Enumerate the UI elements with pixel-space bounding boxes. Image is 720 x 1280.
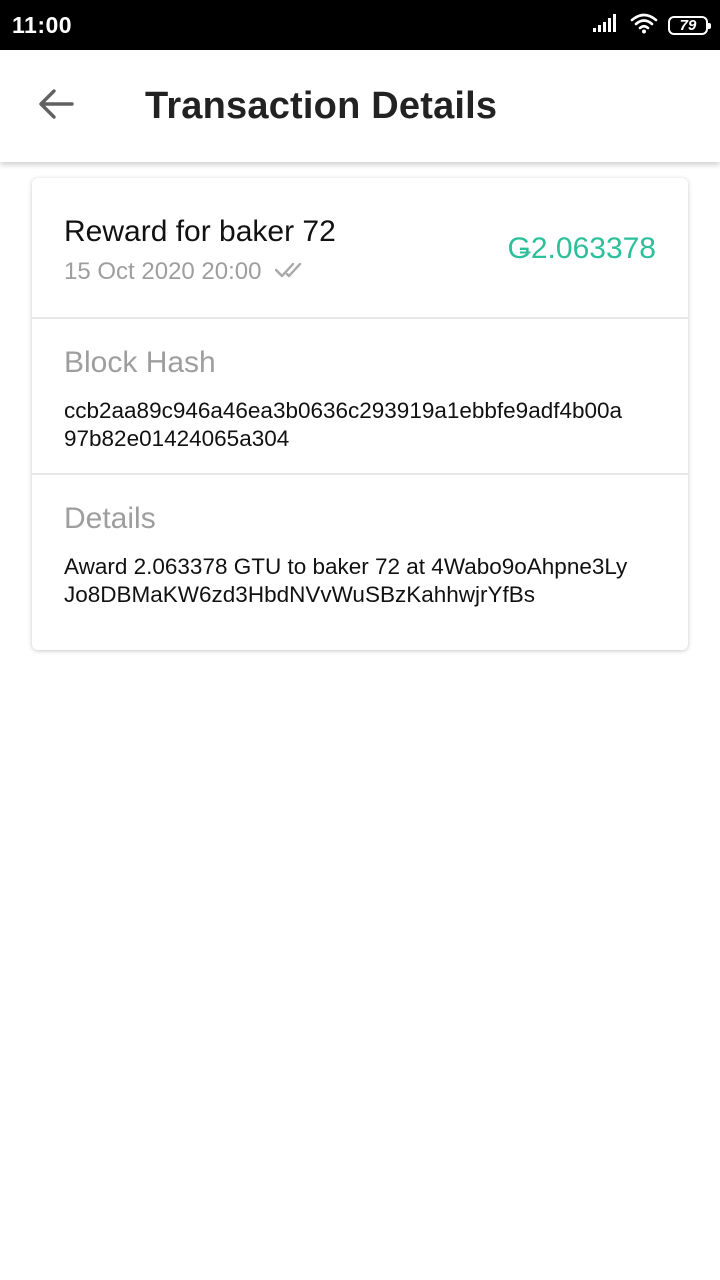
details-line-2: Jo8DBMaKW6zd3HbdNVvWuSBzKahhwjrYfBs [64, 582, 536, 607]
divider [32, 473, 688, 475]
block-hash-value: ccb2aa89c946a46ea3b0636c293919a1ebbfe9ad… [64, 397, 664, 453]
divider [32, 317, 688, 319]
details-label: Details [64, 502, 156, 535]
details-value: Award 2.063378 GTU to baker 72 at 4Wabo9… [64, 553, 664, 609]
status-bar: 11:00 79 [0, 0, 720, 50]
wifi-icon [630, 12, 658, 39]
double-check-icon [275, 261, 307, 284]
page-title: Transaction Details [145, 85, 498, 127]
signal-icon [592, 13, 620, 38]
block-hash-line-2: 97b82e01424065a304 [64, 426, 290, 451]
transaction-title: Reward for baker 72 [64, 215, 336, 248]
arrow-left-icon [38, 88, 74, 125]
status-icons: 79 [592, 12, 711, 39]
transaction-card: Reward for baker 72 15 Oct 2020 20:00 Ǥ2… [32, 178, 688, 650]
transaction-date: 15 Oct 2020 20:00 [64, 258, 262, 285]
back-button[interactable] [26, 76, 86, 136]
block-hash-line-1: ccb2aa89c946a46ea3b0636c293919a1ebbfe9ad… [64, 398, 623, 423]
battery-icon: 79 [668, 15, 711, 35]
transaction-date-row: 15 Oct 2020 20:00 [64, 258, 307, 286]
battery-level: 79 [679, 16, 697, 34]
transaction-summary: Reward for baker 72 15 Oct 2020 20:00 Ǥ2… [32, 178, 688, 317]
status-time: 11:00 [12, 12, 73, 38]
block-hash-label: Block Hash [64, 346, 216, 379]
transaction-amount: Ǥ2.063378 [507, 232, 656, 265]
details-line-1: Award 2.063378 GTU to baker 72 at 4Wabo9… [64, 554, 628, 579]
app-bar: Transaction Details [0, 50, 720, 162]
